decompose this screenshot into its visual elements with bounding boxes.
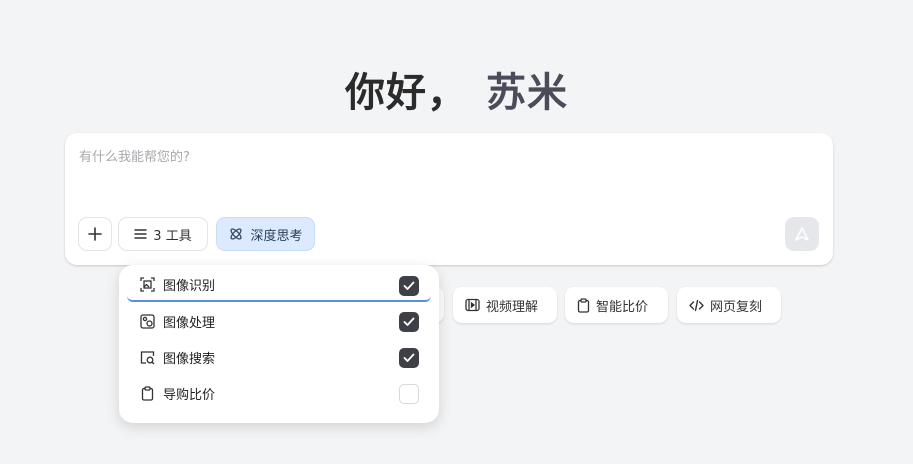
prompt-input[interactable]: 有什么我能帮您的? xyxy=(79,146,190,165)
tool-item-label: 图像处理 xyxy=(163,315,216,331)
video-icon xyxy=(465,298,480,312)
send-button[interactable] xyxy=(785,217,819,251)
atom-icon xyxy=(230,228,243,240)
greeting-name: 苏米 xyxy=(486,70,568,116)
greeting-hello: 你好 xyxy=(345,70,427,116)
greeting-title: 你好， 苏米 xyxy=(0,60,913,118)
quick-action-web[interactable]: 网页复刻 xyxy=(677,287,781,323)
plus-icon xyxy=(88,227,102,241)
chat-composer[interactable]: 有什么我能帮您的? 3 工具 深度思考 xyxy=(65,133,833,265)
tools-button[interactable]: 3 工具 xyxy=(118,217,208,251)
image-edit-icon xyxy=(139,313,155,329)
tool-checkbox[interactable] xyxy=(399,384,419,404)
deep-think-label: 深度思考 xyxy=(250,228,303,244)
tool-checkbox[interactable] xyxy=(399,276,419,296)
quick-action-price[interactable]: 智能比价 xyxy=(565,287,668,323)
deep-think-button[interactable]: 深度思考 xyxy=(216,217,315,251)
add-attachment-button[interactable] xyxy=(78,217,112,251)
tools-button-label: 3 工具 xyxy=(153,228,192,244)
checkmark-icon xyxy=(403,353,415,362)
quick-action-label: 智能比价 xyxy=(596,299,649,315)
tool-item-price-compare[interactable]: 导购比价 xyxy=(127,376,431,410)
code-icon xyxy=(689,299,704,311)
quick-action-label: 网页复刻 xyxy=(710,299,763,315)
tools-dropdown: 图像识别 图像处理 图像搜索 导购比价 xyxy=(119,265,439,423)
tool-item-label: 导购比价 xyxy=(163,387,216,403)
quick-action-video[interactable]: 视频理解 xyxy=(453,287,557,323)
image-search-icon xyxy=(139,349,155,365)
tool-item-image-processing[interactable]: 图像处理 xyxy=(127,304,431,338)
tool-checkbox[interactable] xyxy=(399,312,419,332)
clipboard-icon xyxy=(139,385,155,401)
menu-icon xyxy=(134,229,147,239)
quick-action-label: 视频理解 xyxy=(486,299,539,315)
tool-checkbox[interactable] xyxy=(399,348,419,368)
tool-item-label: 图像搜索 xyxy=(163,351,216,367)
greeting-separator: ， xyxy=(427,70,468,116)
send-icon xyxy=(795,227,809,241)
tool-item-image-search[interactable]: 图像搜索 xyxy=(127,340,431,374)
clipboard-icon xyxy=(577,297,590,313)
tool-item-image-recognition[interactable]: 图像识别 xyxy=(127,268,431,302)
checkmark-icon xyxy=(403,281,415,290)
checkmark-icon xyxy=(403,317,415,326)
tool-item-label: 图像识别 xyxy=(163,278,216,294)
image-scan-icon xyxy=(139,276,155,292)
